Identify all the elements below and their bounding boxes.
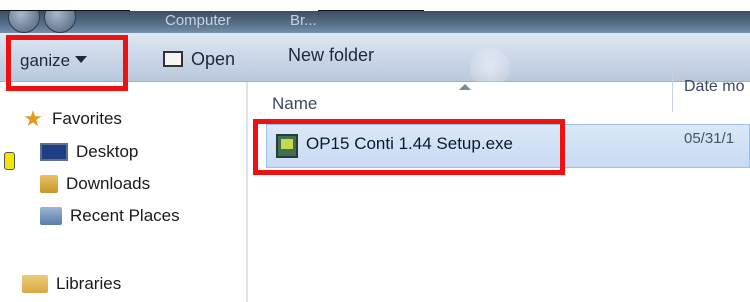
new-folder-button[interactable]: New folder bbox=[288, 45, 374, 66]
downloads-folder-icon bbox=[40, 175, 58, 193]
open-button[interactable]: Open bbox=[163, 49, 235, 70]
open-label: Open bbox=[191, 49, 236, 69]
nav-label: Favorites bbox=[52, 109, 122, 128]
breadcrumb-computer[interactable]: Computer bbox=[165, 12, 231, 29]
nav-item-favorites[interactable]: ★ Favorites bbox=[22, 107, 122, 131]
address-bar[interactable]: Computer Br... bbox=[0, 11, 750, 33]
organize-button[interactable]: ganize bbox=[20, 51, 88, 71]
chevron-down-icon bbox=[75, 56, 88, 63]
nav-label: Downloads bbox=[66, 174, 151, 193]
sort-up-icon bbox=[459, 84, 471, 90]
nav-item-recent-places[interactable]: Recent Places bbox=[40, 204, 180, 228]
back-button-icon[interactable] bbox=[8, 11, 40, 33]
breadcrumb-next[interactable]: Br... bbox=[290, 12, 317, 29]
column-header-date[interactable]: Date mo bbox=[684, 78, 744, 96]
organize-label: ganize bbox=[20, 51, 71, 70]
libraries-icon bbox=[22, 275, 48, 293]
desktop-icon bbox=[40, 143, 68, 161]
column-divider[interactable] bbox=[672, 64, 673, 112]
star-icon: ★ bbox=[23, 106, 43, 131]
sticky-note-icon bbox=[4, 152, 15, 170]
forward-button-icon[interactable] bbox=[44, 11, 76, 33]
open-icon bbox=[163, 51, 183, 67]
file-date: 05/31/1 bbox=[684, 130, 735, 147]
nav-label: Libraries bbox=[56, 274, 122, 293]
toolbar: ganize Open New folder bbox=[0, 33, 750, 82]
recent-places-icon bbox=[40, 207, 62, 225]
nav-item-libraries[interactable]: Libraries bbox=[22, 272, 121, 296]
nav-label: Desktop bbox=[76, 142, 139, 161]
nav-label: Recent Places bbox=[70, 206, 180, 225]
column-header-name[interactable]: Name bbox=[272, 94, 317, 114]
nav-item-downloads[interactable]: Downloads bbox=[40, 172, 150, 196]
nav-item-desktop[interactable]: Desktop bbox=[40, 140, 138, 164]
file-name[interactable]: OP15 Conti 1.44 Setup.exe bbox=[306, 134, 513, 154]
new-folder-label: New folder bbox=[288, 45, 375, 65]
setup-exe-icon bbox=[276, 134, 298, 158]
explorer-photo: Computer Br... ganize Open New folder ★ … bbox=[0, 0, 750, 302]
file-list-pane bbox=[248, 82, 750, 302]
